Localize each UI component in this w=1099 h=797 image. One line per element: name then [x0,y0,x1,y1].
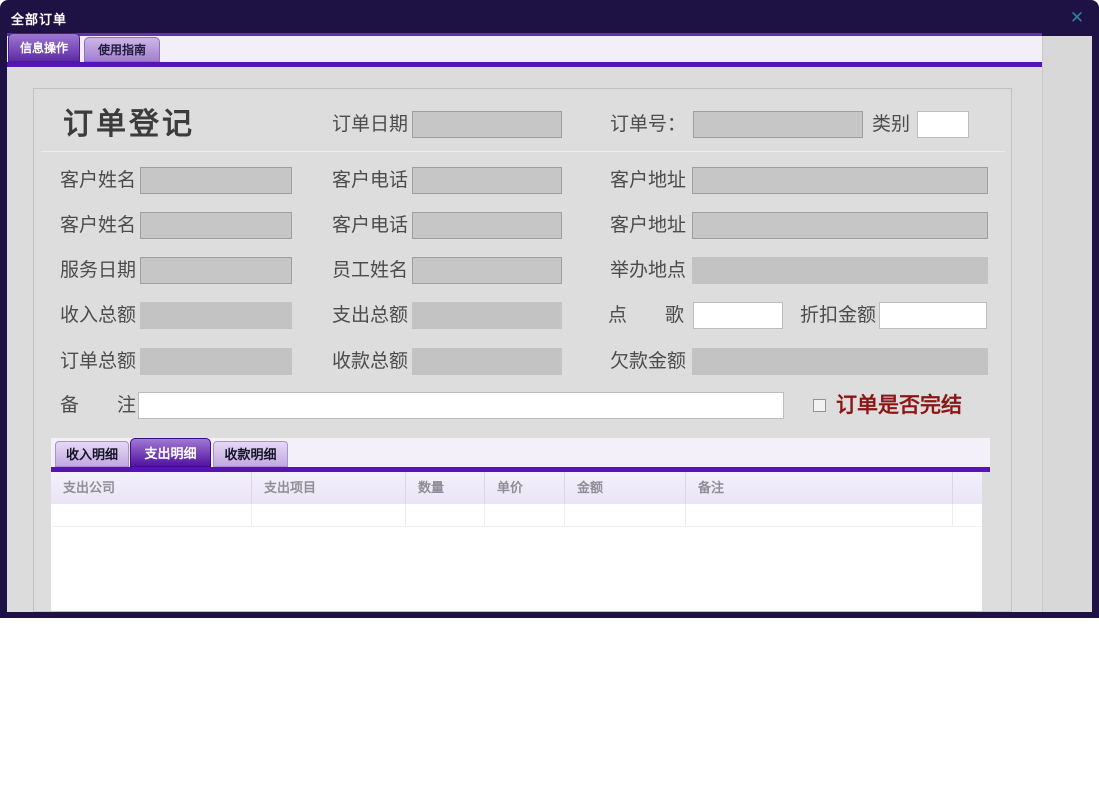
customer-address-label: 客户地址 [610,170,687,191]
column-header-expense-company[interactable]: 支出公司 [51,472,252,504]
page-root: 全部订单 ✕ 信息操作 使用指南 订单登记 订单日期 订单号： 类别 客户姓名 … [0,0,1099,797]
column-header-remark[interactable]: 备注 [686,472,953,504]
income-total-label: 收入总额 [60,305,137,326]
customer-name2-label: 客户姓名 [60,215,137,236]
venue-input [692,257,988,284]
main-tab-strip [7,36,1042,62]
tab-income-detail[interactable]: 收入明细 [55,441,129,467]
table-row [51,504,982,527]
order-total-label: 订单总额 [60,351,137,372]
right-gutter [1042,36,1092,612]
column-header-quantity[interactable]: 数量 [406,472,485,504]
order-complete-checkbox[interactable] [813,399,826,412]
expense-total-input [412,302,562,329]
song-label: 点 歌 [608,305,685,326]
category-label: 类别 [872,114,911,135]
venue-label: 举办地点 [610,260,687,281]
discount-label: 折扣金额 [800,305,877,326]
expense-table-header: 支出公司 支出项目 数量 单价 金额 备注 [51,472,982,504]
income-total-input [140,302,292,329]
customer-address2-label: 客户地址 [610,215,687,236]
customer-phone2-label: 客户电话 [332,215,409,236]
order-no-input [693,111,863,138]
staff-name-label: 员工姓名 [332,260,409,281]
discount-input[interactable] [879,302,987,329]
column-header-unit-price[interactable]: 单价 [485,472,565,504]
window-title: 全部订单 [11,12,68,27]
song-input[interactable] [693,302,783,329]
column-header-spacer [953,472,982,504]
customer-address2-input [692,212,988,239]
tab-expense-detail[interactable]: 支出明细 [130,438,211,467]
tab-payment-detail[interactable]: 收款明细 [213,441,288,467]
order-date-input [412,111,562,138]
debt-input [692,348,988,375]
tabstrip-underline [7,62,1042,67]
form-title: 订单登记 [63,108,195,141]
staff-name-input [412,257,562,284]
customer-name2-input [140,212,292,239]
service-date-label: 服务日期 [60,260,137,281]
remark-label: 备 注 [60,395,137,416]
close-icon[interactable]: ✕ [1064,6,1090,30]
customer-address-input [692,167,988,194]
customer-phone-input [412,167,562,194]
service-date-input [140,257,292,284]
customer-name-label: 客户姓名 [60,170,137,191]
customer-phone2-input [412,212,562,239]
order-complete-label: 订单是否完结 [836,393,962,417]
title-separator [41,151,1005,152]
received-total-label: 收款总额 [332,351,409,372]
received-total-input [412,348,562,375]
category-input[interactable] [917,111,969,138]
customer-name-input [140,167,292,194]
customer-phone-label: 客户电话 [332,170,409,191]
column-header-expense-item[interactable]: 支出项目 [252,472,406,504]
debt-label: 欠款金额 [610,351,687,372]
tab-user-guide[interactable]: 使用指南 [84,37,160,62]
order-no-label: 订单号： [610,114,687,135]
tab-info-operations[interactable]: 信息操作 [8,33,80,62]
remark-input[interactable] [138,392,784,419]
order-date-label: 订单日期 [332,114,409,135]
order-total-input [140,348,292,375]
expense-total-label: 支出总额 [332,305,409,326]
column-header-amount[interactable]: 金额 [565,472,686,504]
